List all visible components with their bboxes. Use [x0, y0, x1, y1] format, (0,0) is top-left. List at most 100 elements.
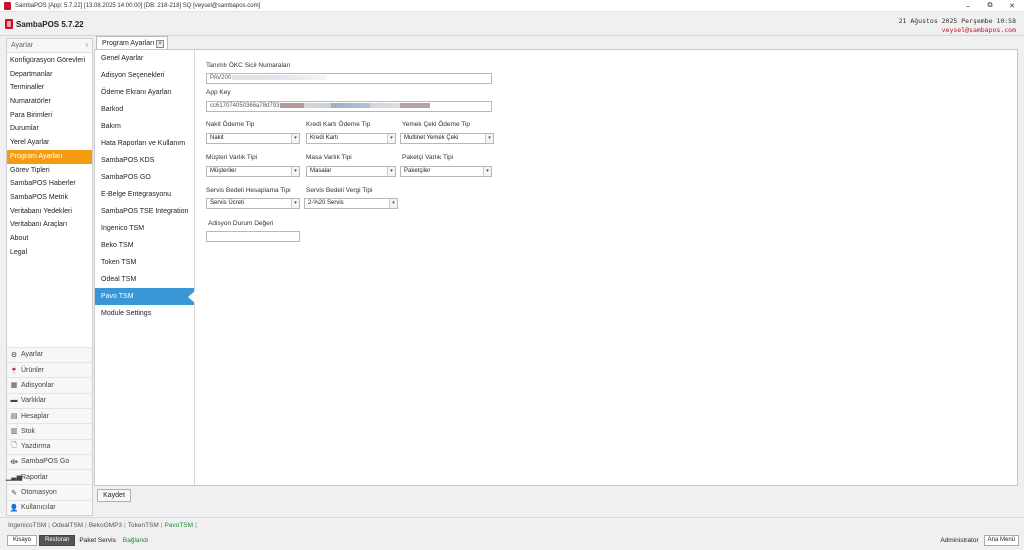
sidebar-item[interactable]: Legal: [7, 246, 92, 260]
sidebar-category[interactable]: ▤ Hesaplar: [7, 407, 92, 424]
sidebar-item[interactable]: About: [7, 232, 92, 246]
status-separator: |: [160, 522, 163, 529]
tab-program-ayarlari[interactable]: Program Ayarları ×: [96, 36, 168, 50]
settings-list-item[interactable]: Ödeme Ekranı Ayarları: [95, 84, 194, 101]
nakit-select[interactable]: Nakit ▾: [206, 133, 300, 144]
servis-vergi-label: Servis Bedeli Vergi Tipi: [306, 187, 373, 194]
kredi-value: Kredi Kartı: [310, 135, 339, 141]
sidebar-category-label: Ayarlar: [21, 351, 44, 359]
sidebar-item[interactable]: Terminaller: [7, 81, 92, 95]
stock-icon: ▥: [10, 428, 18, 436]
integration-status-item: IngenicoTSM: [8, 522, 47, 529]
settings-list-item[interactable]: Token TSM: [95, 254, 194, 271]
sidebar-item[interactable]: SambaPOS Haberler: [7, 177, 92, 191]
chevron-down-icon: ▾: [389, 199, 397, 208]
settings-list-item[interactable]: SambaPOS KDS: [95, 152, 194, 169]
adisyon-input[interactable]: [206, 231, 300, 242]
settings-list-item[interactable]: Bakım: [95, 118, 194, 135]
sidebar-category[interactable]: ▁▃▅ Raporlar: [5, 469, 92, 485]
settings-list-item[interactable]: Module Settings: [95, 305, 194, 322]
sidebar-category-label: Stok: [21, 427, 36, 435]
masa-label: Masa Varlık Tipi: [306, 154, 352, 161]
sidebar-item[interactable]: SambaPOS Metrik: [7, 191, 92, 205]
settings-list-item[interactable]: Pavo TSM: [95, 288, 195, 305]
restore-button[interactable]: ⧉: [980, 0, 1000, 12]
sidebar-category[interactable]: ⟴ SambaPOS Go: [7, 453, 92, 470]
kredi-label: Kredi Kartı Ödeme Tip: [306, 121, 371, 128]
sidebar-item[interactable]: Veritabanı Yedekleri: [7, 205, 92, 219]
app-icon: [4, 1, 11, 10]
sidebar-category[interactable]: 🍷 Ürünler: [7, 362, 92, 378]
sidebar-category-label: Ürünler: [21, 366, 44, 374]
sidebar-category[interactable]: ▦ Adisyonlar: [7, 377, 92, 393]
kisayo-button[interactable]: Kisayo: [7, 535, 38, 546]
main-menu-button[interactable]: Ana Menü: [983, 535, 1019, 546]
sidebar-item[interactable]: Program Ayarları: [7, 149, 92, 164]
sidebar-item[interactable]: Para Birimleri: [7, 109, 92, 123]
sidebar-category[interactable]: ▥ Stok: [7, 423, 92, 439]
sidebar-header: Ayarlar ‹: [7, 39, 92, 53]
settings-list-item[interactable]: Beko TSM: [95, 237, 194, 254]
sidebar-item[interactable]: Görev Tipleri: [7, 164, 92, 178]
sidebar-category-list: ⚙ Ayarlar 🍷 Ürünler ▦ Adisyonlar ▬ Varlıklar ▤ He…: [5, 346, 92, 515]
masa-select[interactable]: Masalar ▾: [306, 166, 396, 177]
status-bar: IngenicoTSM | OdealTSM | BekoGMP3 | TokenTSM | P…: [0, 517, 1024, 550]
appkey-input[interactable]: cc617074050366a78d793: [206, 101, 492, 112]
settings-list-item[interactable]: SambaPOS TSE Integration: [95, 203, 194, 220]
servis-vergi-select[interactable]: 2-%20 Servis ▾: [304, 198, 398, 209]
sidebar-category[interactable]: ✎ Otomasyon: [7, 484, 92, 500]
close-window-button[interactable]: ✕: [1002, 0, 1022, 12]
sidebar-item[interactable]: Veritabanı Araçları: [7, 218, 92, 232]
servis-hesap-value: Servis Ücreti: [210, 200, 245, 206]
minimize-button[interactable]: –: [958, 0, 978, 12]
paket-label: Paketçi Varlık Tipi: [402, 154, 454, 161]
musteri-select[interactable]: Müşteriler ▾: [206, 166, 300, 177]
app-header: SambaPOS 5.7.22 21 Ağustos 2025 Perşembe…: [0, 12, 1024, 36]
tab-label: Program Ayarları: [102, 40, 155, 47]
settings-list-item[interactable]: Barkod: [95, 101, 194, 118]
okc-value: PAV200: [210, 75, 232, 81]
kredi-select[interactable]: Kredi Kartı ▾: [306, 133, 396, 144]
paket-value: Paketçiler: [404, 168, 431, 174]
sidebar-item[interactable]: Numaratörler: [7, 95, 92, 109]
settings-list-item[interactable]: Adisyon Seçenekleri: [95, 67, 194, 84]
chevron-down-icon: ▾: [291, 167, 299, 176]
sidebar-category[interactable]: 👤 Kullanıcılar: [7, 499, 92, 515]
paket-select[interactable]: Paketçiler ▾: [400, 166, 492, 177]
sidebar-item[interactable]: Konfigürasyon Görevleri: [7, 54, 92, 68]
settings-list-item[interactable]: Ingenico TSM: [95, 220, 194, 237]
entity-icon: ▬: [10, 397, 18, 405]
window-title-bar: SambaPOS [App: 5.7.22] [13.08.2025 14:00…: [0, 0, 1024, 12]
chart-icon: ▁▃▅: [5, 474, 23, 482]
settings-list-item[interactable]: SambaPOS GO: [95, 169, 194, 186]
servis-hesap-select[interactable]: Servis Ücreti ▾: [206, 198, 300, 209]
go-icon: ⟴: [9, 458, 19, 466]
sidebar-category[interactable]: 🗋 Yazdırma: [7, 438, 92, 454]
settings-content-frame: Genel Ayarlar Adisyon Seçenekleri Ödeme Ek…: [94, 49, 1018, 486]
integration-status-item: TokenTSM: [127, 522, 159, 529]
ticket-icon: ▦: [10, 382, 18, 390]
sidebar-item[interactable]: Departmanlar: [7, 68, 92, 82]
collapse-sidebar-icon[interactable]: ‹: [86, 42, 88, 49]
save-button[interactable]: Kaydet: [97, 489, 131, 502]
integration-status-item: PavoTSM: [164, 522, 194, 529]
settings-list-item[interactable]: Hata Raporları ve Kullanım: [95, 135, 194, 152]
sidebar-item[interactable]: Durumlar: [7, 122, 92, 136]
settings-list-item[interactable]: E-Belge Entegrasyonu: [95, 186, 194, 203]
restoran-button[interactable]: Restoran: [39, 535, 76, 546]
sidebar-category-label: Kullanıcılar: [21, 504, 56, 512]
integration-status-item: OdealTSM: [52, 522, 84, 529]
close-tab-icon[interactable]: ×: [156, 40, 164, 48]
sidebar-category[interactable]: ▬ Varlıklar: [7, 392, 92, 408]
yemek-select[interactable]: Multinet Yemek Çeki ▾: [400, 133, 494, 144]
sidebar-category[interactable]: ⚙ Ayarlar: [7, 346, 92, 363]
logo-icon: [5, 19, 13, 29]
settings-list-item[interactable]: Odeal TSM: [95, 271, 194, 288]
okc-input[interactable]: PAV200: [206, 73, 492, 84]
mode-row: Kisayo Restoran Paket Servis Bağlandı: [7, 535, 149, 546]
sidebar-item[interactable]: Yerel Ayarlar: [7, 136, 92, 150]
paket-servis-link[interactable]: Paket Servis: [79, 537, 116, 544]
chevron-down-icon: ▾: [485, 134, 493, 143]
settings-list-item[interactable]: Genel Ayarlar: [95, 50, 194, 67]
chevron-down-icon: ▾: [291, 134, 299, 143]
